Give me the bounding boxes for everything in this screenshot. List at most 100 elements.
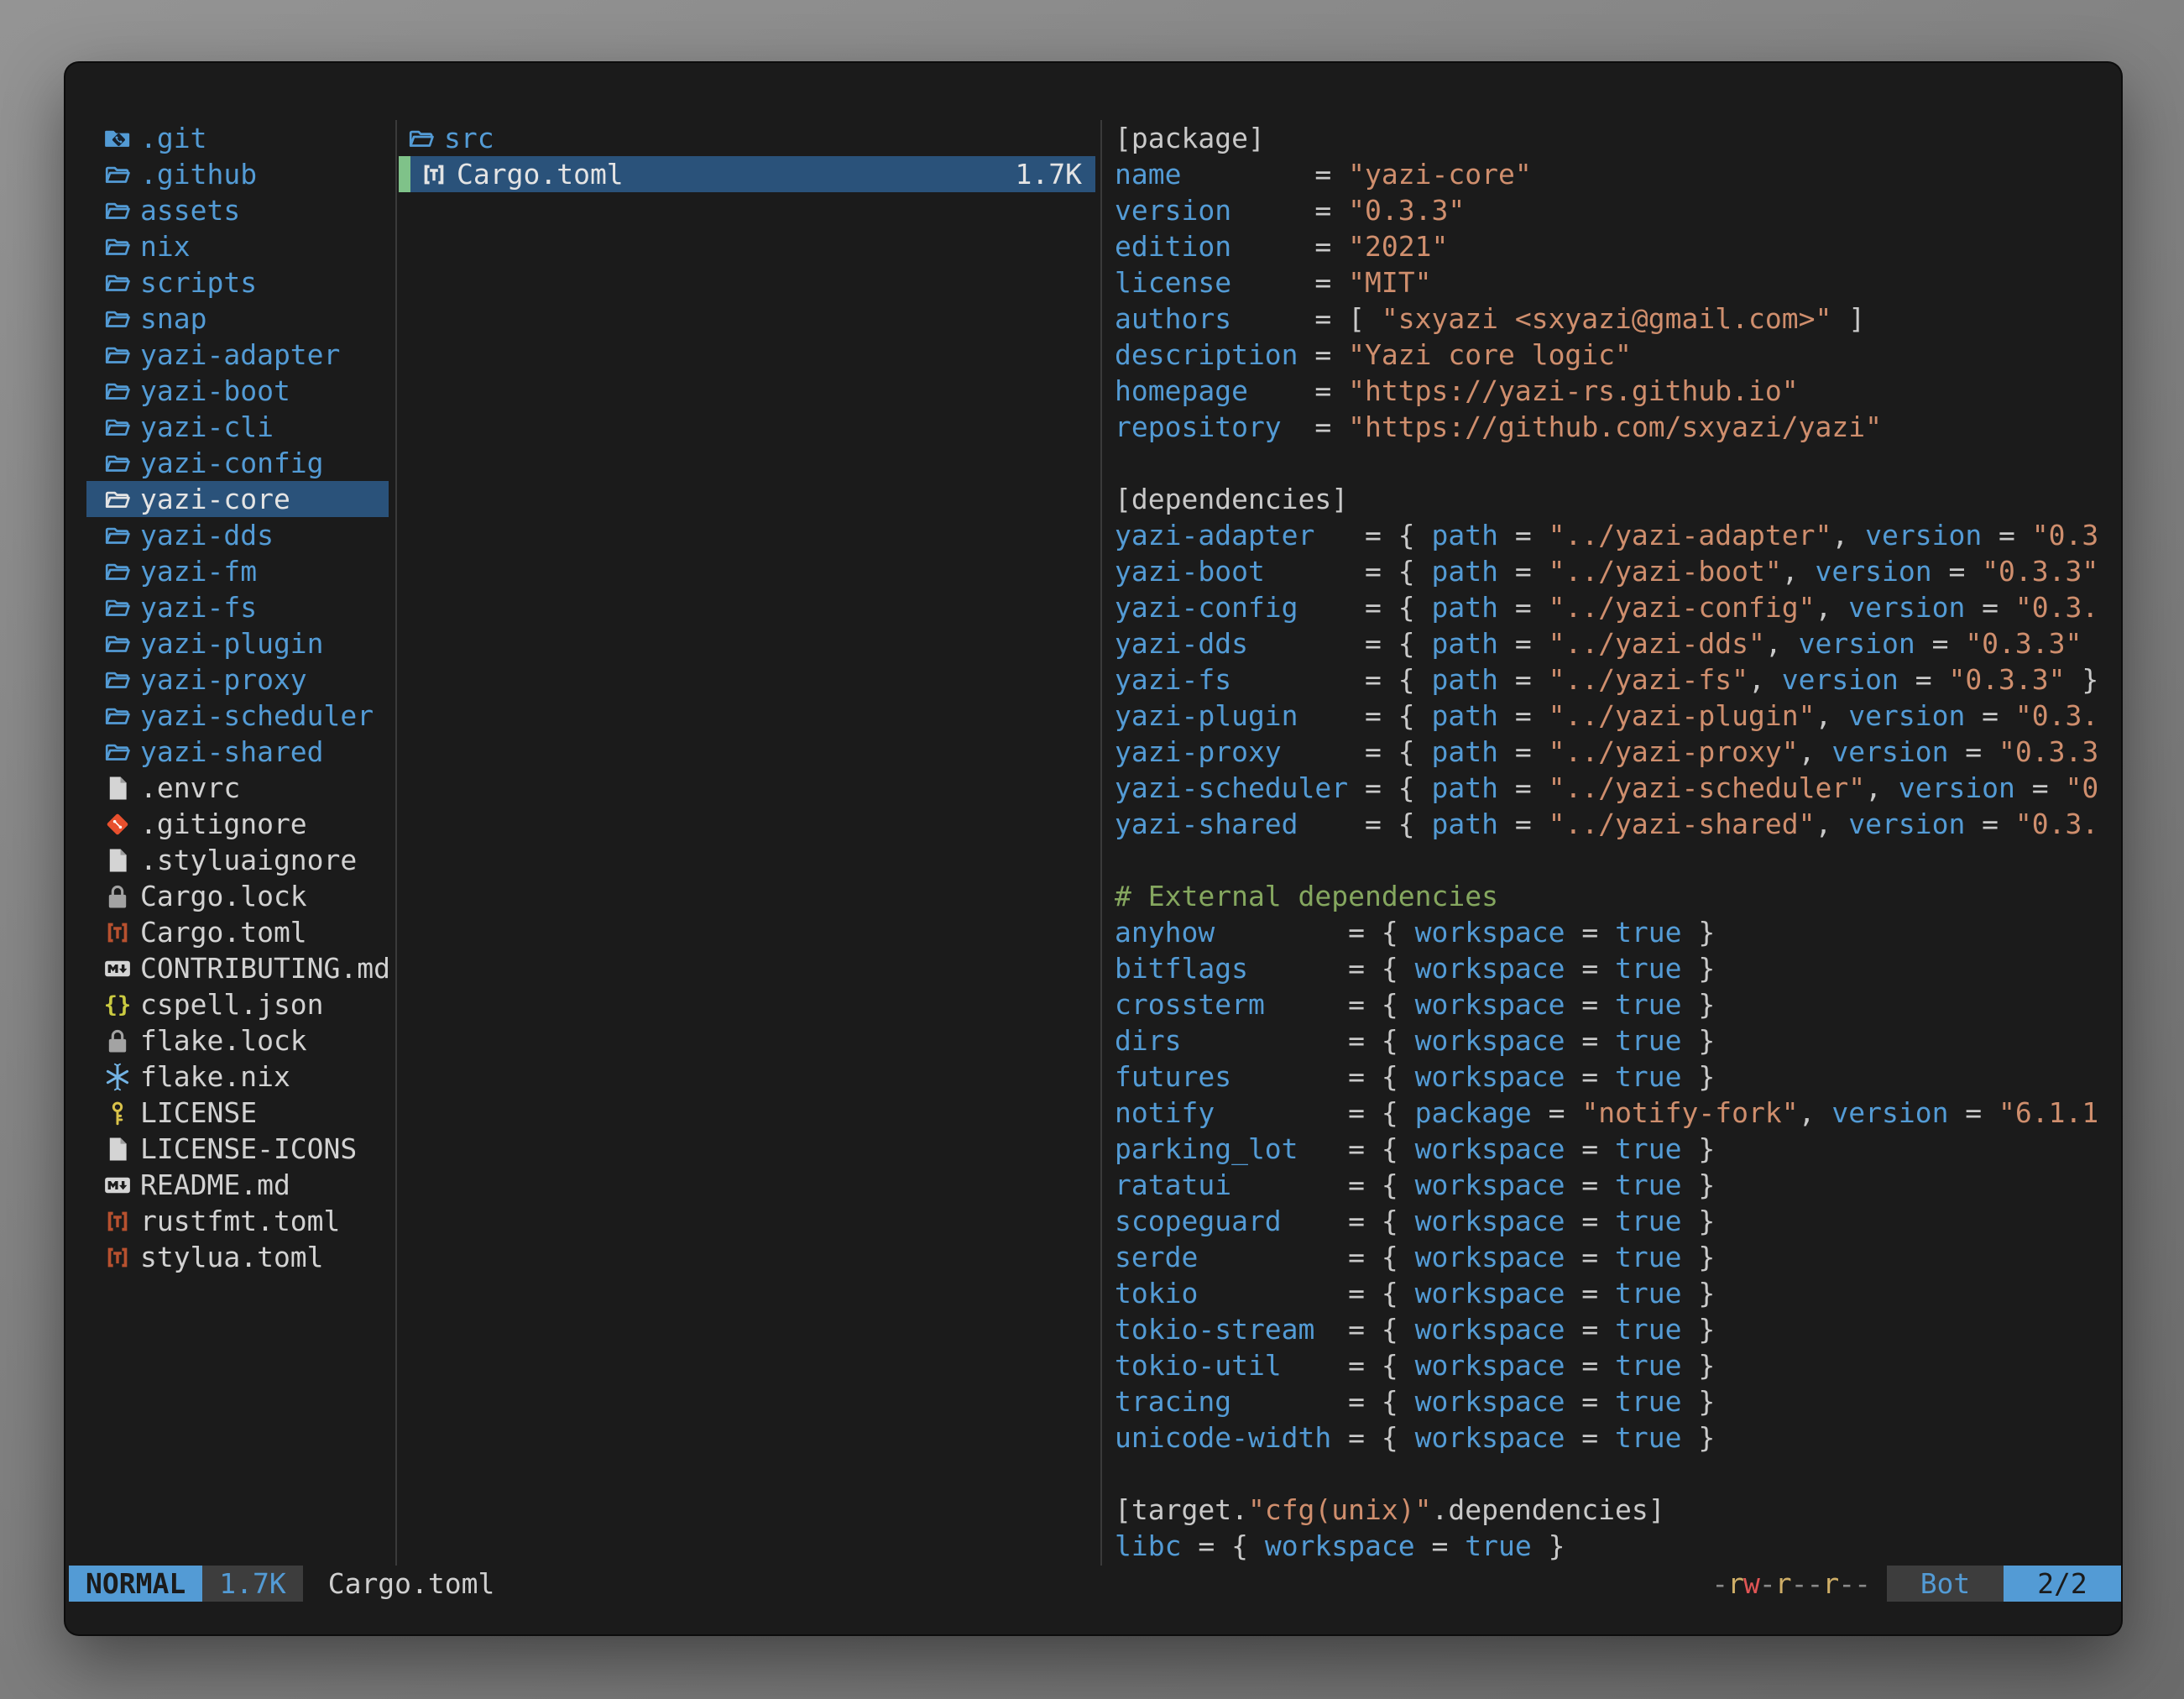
current-item-src[interactable]: src <box>399 120 1095 156</box>
parent-item-.envrc[interactable]: .envrc <box>86 770 389 806</box>
parent-item-yazi-cli[interactable]: yazi-cli <box>86 409 389 445</box>
preview-line: yazi-plugin = { path = "../yazi-plugin",… <box>1115 698 2113 734</box>
file-label: .git <box>140 122 206 154</box>
file-label: CONTRIBUTING.md <box>140 952 390 985</box>
preview-line: [target."cfg(unix)".dependencies] <box>1115 1492 2113 1528</box>
snowflake-icon <box>103 1063 132 1091</box>
file-icon <box>103 774 132 802</box>
preview-line <box>1115 445 2113 481</box>
parent-item-scripts[interactable]: scripts <box>86 264 389 301</box>
file-label: yazi-config <box>140 447 324 479</box>
file-label: .styluaignore <box>140 844 357 876</box>
parent-item-yazi-config[interactable]: yazi-config <box>86 445 389 481</box>
key-icon <box>103 1099 132 1127</box>
parent-pane: .git.githubassetsnixscriptssnapyazi-adap… <box>86 120 389 1275</box>
parent-item-.git[interactable]: .git <box>86 120 389 156</box>
parent-item-yazi-dds[interactable]: yazi-dds <box>86 517 389 553</box>
file-label: yazi-shared <box>140 735 324 768</box>
preview-line: edition = "2021" <box>1115 228 2113 264</box>
preview-line: yazi-config = { path = "../yazi-config",… <box>1115 589 2113 625</box>
file-label: yazi-cli <box>140 410 274 443</box>
preview-line: ratatui = { workspace = true } <box>1115 1167 2113 1203</box>
parent-item-Cargo.toml[interactable]: Cargo.toml <box>86 914 389 950</box>
file-label: yazi-fm <box>140 555 257 588</box>
parent-item-flake.lock[interactable]: flake.lock <box>86 1022 389 1059</box>
preview-line <box>1115 842 2113 878</box>
parent-item-nix[interactable]: nix <box>86 228 389 264</box>
preview-line: [dependencies] <box>1115 481 2113 517</box>
current-item-Cargo.toml[interactable]: Cargo.toml1.7K <box>399 156 1095 192</box>
folder-open-icon <box>103 341 132 369</box>
git-icon <box>103 810 132 839</box>
parent-item-yazi-boot[interactable]: yazi-boot <box>86 373 389 409</box>
parent-item-LICENSE-ICONS[interactable]: LICENSE-ICONS <box>86 1131 389 1167</box>
preview-line: yazi-scheduler = { path = "../yazi-sched… <box>1115 770 2113 806</box>
parent-item-snap[interactable]: snap <box>86 301 389 337</box>
parent-item-rustfmt.toml[interactable]: rustfmt.toml <box>86 1203 389 1239</box>
parent-item-CONTRIBUTING.md[interactable]: CONTRIBUTING.md <box>86 950 389 986</box>
parent-item-yazi-plugin[interactable]: yazi-plugin <box>86 625 389 661</box>
permissions-string: -rw-r--r-- <box>1711 1567 1870 1600</box>
parent-item-yazi-fs[interactable]: yazi-fs <box>86 589 389 625</box>
parent-item-yazi-scheduler[interactable]: yazi-scheduler <box>86 698 389 734</box>
file-label: flake.nix <box>140 1060 290 1093</box>
preview-line: license = "MIT" <box>1115 264 2113 301</box>
item-counter-badge: 2/2 <box>2004 1566 2121 1602</box>
file-label: yazi-plugin <box>140 627 324 660</box>
markdown-icon <box>103 954 132 983</box>
yazi-window: .git.githubassetsnixscriptssnapyazi-adap… <box>65 63 2121 1634</box>
file-icon <box>103 846 132 875</box>
parent-item-cspell.json[interactable]: {} cspell.json <box>86 986 389 1022</box>
parent-item-yazi-core[interactable]: yazi-core <box>86 481 389 517</box>
folder-open-icon <box>103 666 132 694</box>
preview-line: anyhow = { workspace = true } <box>1115 914 2113 950</box>
mode-badge: NORMAL <box>69 1566 202 1602</box>
pane-separator <box>395 120 397 1566</box>
folder-open-icon <box>103 738 132 766</box>
parent-item-LICENSE[interactable]: LICENSE <box>86 1095 389 1131</box>
parent-item-yazi-shared[interactable]: yazi-shared <box>86 734 389 770</box>
preview-line: tokio-stream = { workspace = true } <box>1115 1311 2113 1347</box>
file-label: src <box>444 122 494 154</box>
preview-line: yazi-fs = { path = "../yazi-fs", version… <box>1115 661 2113 698</box>
file-label: yazi-scheduler <box>140 699 374 732</box>
json-icon: {} <box>103 991 132 1019</box>
parent-item-yazi-proxy[interactable]: yazi-proxy <box>86 661 389 698</box>
file-label: rustfmt.toml <box>140 1205 340 1237</box>
toml-icon <box>103 1207 132 1236</box>
toml-icon <box>103 918 132 947</box>
preview-line: notify = { package = "notify-fork", vers… <box>1115 1095 2113 1131</box>
file-label: Cargo.toml <box>140 916 307 949</box>
parent-item-.github[interactable]: .github <box>86 156 389 192</box>
preview-line: yazi-dds = { path = "../yazi-dds", versi… <box>1115 625 2113 661</box>
parent-item-yazi-adapter[interactable]: yazi-adapter <box>86 337 389 373</box>
file-label: cspell.json <box>140 988 324 1021</box>
file-label: yazi-proxy <box>140 663 307 696</box>
parent-item-Cargo.lock[interactable]: Cargo.lock <box>86 878 389 914</box>
preview-line: yazi-proxy = { path = "../yazi-proxy", v… <box>1115 734 2113 770</box>
file-label: yazi-core <box>140 483 290 515</box>
pane-separator <box>1100 120 1102 1566</box>
folder-open-icon <box>103 233 132 261</box>
file-label: LICENSE-ICONS <box>140 1132 357 1165</box>
preview-line: scopeguard = { workspace = true } <box>1115 1203 2113 1239</box>
file-label: README.md <box>140 1168 290 1201</box>
parent-item-.styluaignore[interactable]: .styluaignore <box>86 842 389 878</box>
parent-item-flake.nix[interactable]: flake.nix <box>86 1059 389 1095</box>
hover-indicator-bar <box>399 156 410 192</box>
file-label: Cargo.toml <box>457 158 624 191</box>
folder-open-icon <box>103 413 132 442</box>
parent-item-.gitignore[interactable]: .gitignore <box>86 806 389 842</box>
file-label: snap <box>140 302 206 335</box>
preview-line: tracing = { workspace = true } <box>1115 1383 2113 1419</box>
parent-item-yazi-fm[interactable]: yazi-fm <box>86 553 389 589</box>
preview-line: bitflags = { workspace = true } <box>1115 950 2113 986</box>
parent-item-assets[interactable]: assets <box>86 192 389 228</box>
parent-item-README.md[interactable]: README.md <box>86 1167 389 1203</box>
toml-icon <box>103 1243 132 1272</box>
parent-item-stylua.toml[interactable]: stylua.toml <box>86 1239 389 1275</box>
preview-line: dirs = { workspace = true } <box>1115 1022 2113 1059</box>
preview-line: unicode-width = { workspace = true } <box>1115 1419 2113 1456</box>
file-label: flake.lock <box>140 1024 307 1057</box>
preview-line: yazi-adapter = { path = "../yazi-adapter… <box>1115 517 2113 553</box>
